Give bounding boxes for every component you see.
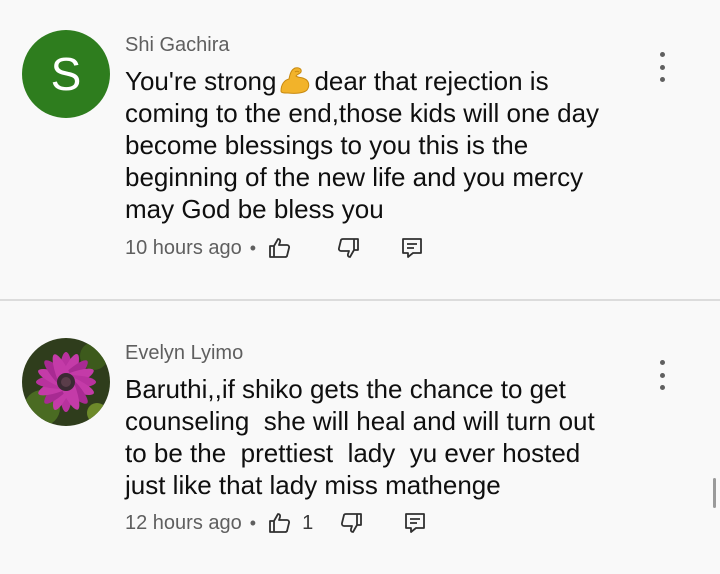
comment-meta: 12 hours ago • 1: [125, 508, 429, 538]
comment-line: may God be bless you: [125, 194, 384, 224]
more-options-button[interactable]: [650, 52, 674, 82]
dislike-button[interactable]: [334, 234, 362, 262]
comments-page: S Shi Gachira You're strong dear that rej…: [0, 0, 720, 574]
more-vertical-icon-dot: [659, 372, 665, 378]
like-button[interactable]: [266, 234, 294, 262]
comment-text: Baruthi,,if shiko gets the chance to get…: [125, 373, 645, 501]
comment-time: 10 hours ago: [125, 236, 242, 259]
reply-button[interactable]: [398, 234, 426, 262]
comment-line: to be the prettiest lady yu ever hosted: [125, 438, 581, 468]
more-vertical-icon-dot: [659, 360, 665, 365]
more-vertical-icon-dot: [659, 385, 665, 390]
reply-comment-icon: [405, 513, 426, 533]
comment-author[interactable]: Evelyn Lyimo: [125, 342, 243, 365]
meta-separator: •: [249, 512, 257, 533]
more-vertical-icon-dot: [659, 64, 665, 70]
like-button[interactable]: [266, 509, 294, 537]
thumbs-down-icon: [338, 238, 359, 258]
comment-line: become blessings to you this is the: [125, 130, 529, 160]
comment-line-text: You're strong: [125, 66, 277, 96]
avatar[interactable]: [22, 338, 110, 426]
more-vertical-icon-dot: [659, 52, 665, 57]
meta-separator: •: [249, 237, 257, 258]
like-count: 1: [302, 511, 314, 534]
comment-item: S Shi Gachira You're strong dear that rej…: [0, 0, 720, 300]
flexed-biceps-emoji: [280, 67, 310, 94]
more-vertical-icon-dot: [659, 77, 665, 82]
comment-line: beginning of the new life and you mercy: [125, 162, 584, 192]
thumbs-up-icon: [269, 513, 291, 533]
reply-comment-icon: [402, 238, 422, 258]
reply-button[interactable]: [401, 509, 429, 537]
scrollbar-thumb[interactable]: [713, 478, 716, 508]
avatar-letter: S: [22, 30, 110, 118]
comment-item: Evelyn Lyimo Baruthi,,if shiko gets the …: [0, 301, 720, 574]
comment-line-text: dear that rejection is: [314, 66, 549, 96]
comment-line: Baruthi,,if shiko gets the chance to get: [125, 374, 566, 404]
more-options-button[interactable]: [650, 360, 674, 390]
purple-daisy-flower-image: [22, 338, 110, 426]
comment-author[interactable]: Shi Gachira: [125, 34, 230, 57]
thumbs-down-icon: [341, 513, 363, 533]
thumbs-up-icon: [269, 238, 291, 258]
avatar[interactable]: S: [22, 30, 110, 118]
dislike-button[interactable]: [337, 509, 365, 537]
comment-line: You're strong dear that rejection is: [125, 65, 645, 97]
comment-time: 12 hours ago: [125, 511, 242, 534]
comment-line: just like that lady miss mathenge: [125, 470, 501, 500]
comment-line: counseling she will heal and will turn o…: [125, 406, 595, 436]
comment-meta: 10 hours ago •: [125, 233, 426, 263]
comment-text: You're strong dear that rejection is comi…: [125, 65, 645, 225]
comment-line: coming to the end,those kids will one da…: [125, 98, 600, 128]
